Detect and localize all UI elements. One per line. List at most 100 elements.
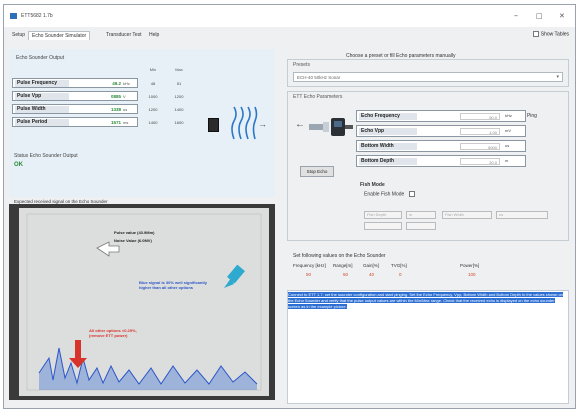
show-tables-checkbox[interactable] bbox=[532, 31, 539, 37]
status-value: OK bbox=[14, 162, 23, 168]
maximize-button[interactable]: □ bbox=[536, 12, 543, 20]
gain-value: 40 bbox=[369, 272, 375, 277]
min-column-header: Min bbox=[149, 67, 157, 72]
range-value: 50 bbox=[343, 272, 349, 277]
fish-field-2 bbox=[364, 222, 402, 230]
output-value: 49.2 bbox=[112, 81, 121, 86]
tab-transducer-test[interactable]: Transducer Test bbox=[103, 31, 145, 40]
param-label: Bottom Width bbox=[359, 143, 417, 150]
show-tables-label: Show Tables bbox=[540, 31, 569, 38]
min-value: 48 bbox=[150, 81, 156, 86]
echo-vpp-input[interactable]: 1.00 bbox=[460, 128, 500, 135]
preset-selected-value: ECH-40 50kHz Sonar bbox=[297, 75, 341, 80]
noise-annotation: Noise Value (6.0MV) bbox=[114, 238, 152, 243]
instructions-text[interactable]: Connect to ETT 1.7, set the sounder conf… bbox=[288, 292, 564, 310]
bottom-width-input[interactable]: 5000 bbox=[460, 143, 500, 150]
output-value: 0885 bbox=[110, 94, 121, 99]
tab-echo-sounder-simulator[interactable]: Echo Sounder Simulator bbox=[28, 31, 91, 40]
param-unit: m bbox=[505, 158, 509, 163]
output-value: 1571 bbox=[110, 120, 121, 125]
max-column-header: Max bbox=[175, 67, 183, 72]
max-value: 1400 bbox=[174, 107, 184, 112]
power-value: 100 bbox=[468, 272, 476, 277]
max-value: 1600 bbox=[174, 120, 184, 125]
fish-depth-label: Fish Depth bbox=[364, 211, 402, 219]
red-signal-annotation: All other options <0.25%, (remove ETT po… bbox=[89, 328, 137, 338]
fish-depth-input[interactable]: m bbox=[406, 211, 436, 219]
enable-fish-mode-label: Enable Fish Mode bbox=[364, 191, 405, 198]
output-row-width: Pulse Width 1338 us bbox=[12, 104, 138, 114]
stop-echo-button[interactable]: Stop Echo bbox=[300, 166, 334, 177]
fish-field-3[interactable] bbox=[406, 222, 436, 230]
bottom-depth-input[interactable]: 20.0 bbox=[460, 158, 500, 165]
fish-mode-title: Fish Mode bbox=[360, 182, 385, 188]
max-value: 51 bbox=[176, 81, 182, 86]
enable-fish-mode-checkbox[interactable] bbox=[408, 191, 415, 197]
param-label: Bottom Depth bbox=[359, 158, 417, 165]
range-header: Range[m] bbox=[333, 263, 353, 268]
frequency-header: Frequency [kHz] bbox=[293, 263, 326, 268]
echo-parameters-title: ETT Echo Parameters bbox=[293, 94, 343, 100]
tvg-value: 0 bbox=[399, 272, 402, 277]
fish-width-input[interactable]: us bbox=[496, 211, 548, 219]
output-label: Pulse Width bbox=[15, 106, 69, 113]
echo-sounder-device-icon bbox=[208, 118, 219, 132]
arrow-right-icon: → bbox=[258, 119, 267, 129]
tvg-header: TVG[%] bbox=[391, 263, 407, 268]
tab-help[interactable]: Help bbox=[146, 31, 162, 40]
output-unit: V bbox=[123, 94, 126, 99]
echo-sounder-screen: Pulse value (43.9Mm) Noise Value (6.0MV)… bbox=[19, 208, 269, 396]
preset-dropdown[interactable]: ECH-40 50kHz Sonar ▾ bbox=[293, 72, 563, 82]
min-value: 1000 bbox=[148, 94, 158, 99]
output-row-frequency: Pulse Frequency 49.2 kHz bbox=[12, 78, 138, 88]
expected-signal-photo: Pulse value (43.9Mm) Noise Value (6.0MV)… bbox=[9, 204, 275, 400]
presets-title: Presets bbox=[293, 62, 310, 68]
output-row-vpp: Pulse Vpp 0885 V bbox=[12, 91, 138, 101]
output-label: Pulse Frequency bbox=[15, 80, 69, 87]
power-header: Power[%] bbox=[460, 263, 480, 268]
app-icon bbox=[10, 13, 17, 19]
tab-setup[interactable]: Setup bbox=[9, 31, 28, 40]
echo-frequency-input[interactable]: 50.0 bbox=[460, 113, 500, 120]
gain-header: Gain[%] bbox=[363, 263, 380, 268]
output-value: 1338 bbox=[110, 107, 121, 112]
param-row-bottom-depth: Bottom Depth 20.0 m bbox=[356, 155, 526, 167]
signal-wave-icon bbox=[231, 106, 258, 140]
echo-output-title: Echo Sounder Output bbox=[16, 55, 65, 61]
param-unit: kHz bbox=[505, 113, 512, 118]
status-label: Status Echo Sounder Output bbox=[14, 153, 78, 159]
param-row-echo-vpp: Echo Vpp 1.00 mV bbox=[356, 125, 526, 137]
echo-trace-graphic bbox=[19, 208, 269, 396]
show-tables-toggle[interactable]: Show Tables bbox=[532, 31, 569, 38]
output-unit: us bbox=[123, 107, 128, 112]
param-row-echo-frequency: Echo Frequency 50.0 kHz bbox=[356, 110, 526, 122]
minimize-button[interactable]: – bbox=[514, 11, 518, 20]
blue-signal-annotation: Blue signal is 30% well significantly hi… bbox=[139, 280, 208, 290]
output-label: Pulse Period bbox=[15, 119, 69, 126]
enable-fish-mode-toggle[interactable]: Enable Fish Mode bbox=[364, 191, 417, 197]
param-label: Echo Frequency bbox=[359, 113, 417, 120]
frequency-value: 50 bbox=[306, 272, 312, 277]
param-unit: us bbox=[505, 143, 510, 148]
close-button[interactable]: ✕ bbox=[559, 12, 565, 20]
param-unit: mV bbox=[505, 128, 511, 133]
fish-width-label: Fish Width bbox=[442, 211, 492, 219]
output-label: Pulse Vpp bbox=[15, 93, 69, 100]
output-row-period: Pulse Period 1571 ms bbox=[12, 117, 138, 127]
output-unit: ms bbox=[123, 120, 129, 125]
min-value: 1200 bbox=[148, 107, 158, 112]
output-unit: kHz bbox=[123, 81, 130, 86]
settings-label: Set following values on the Echo Sounder bbox=[293, 253, 386, 259]
max-value: 1200 bbox=[174, 94, 184, 99]
ett-transducer-icon bbox=[309, 118, 353, 136]
arrow-left-icon: ← bbox=[295, 119, 305, 130]
title-bar[interactable]: ETT5682 1.7b – □ ✕ bbox=[4, 5, 575, 27]
tab-bar: Setup Echo Sounder Simulator Transducer … bbox=[4, 29, 575, 41]
window-title: ETT5682 1.7b bbox=[21, 13, 53, 19]
min-value: 1400 bbox=[148, 120, 158, 125]
param-label: Echo Vpp bbox=[359, 128, 417, 135]
param-row-bottom-width: Bottom Width 5000 us bbox=[356, 140, 526, 152]
pulse-annotation: Pulse value (43.9Mm) bbox=[114, 230, 155, 235]
instructions-highlight: Connect to ETT 1.7, set the sounder conf… bbox=[288, 292, 563, 309]
chevron-down-icon: ▾ bbox=[556, 74, 559, 80]
